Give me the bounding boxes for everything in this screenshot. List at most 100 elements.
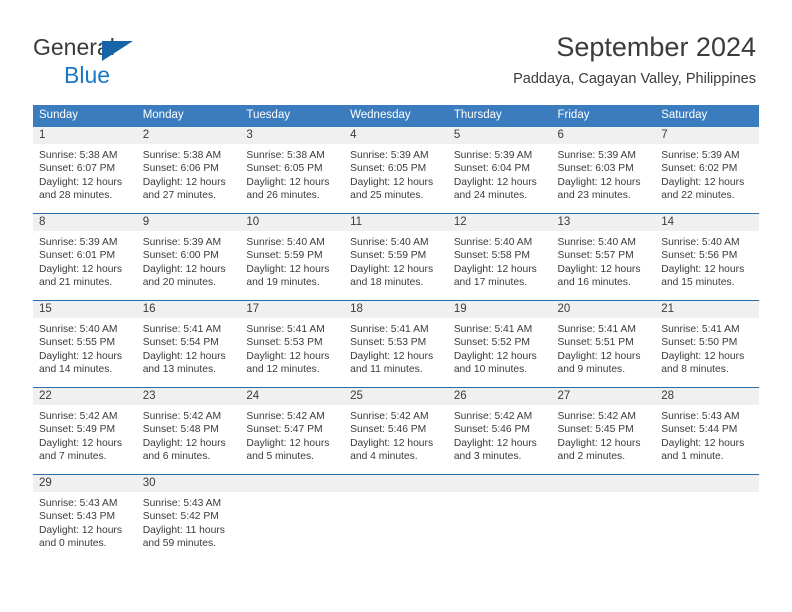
calendar-day-cell[interactable]: 14 Sunrise: 5:40 AM Sunset: 5:56 PM Dayligh… bbox=[655, 213, 759, 301]
sunrise-text: Sunrise: 5:40 AM bbox=[661, 237, 740, 248]
daylight-text-line2: and 28 minutes. bbox=[39, 190, 113, 202]
sunset-text: Sunset: 5:45 PM bbox=[557, 424, 634, 436]
day-number: 1 bbox=[33, 127, 137, 144]
calendar-day-cell[interactable]: 17 Sunrise: 5:41 AM Sunset: 5:53 PM Dayligh… bbox=[240, 300, 345, 388]
day-details: Sunrise: 5:39 AM Sunset: 6:03 PM Daylight:… bbox=[552, 144, 656, 203]
daylight-text-line2: and 4 minutes. bbox=[350, 451, 418, 463]
sunrise-text: Sunrise: 5:42 AM bbox=[246, 411, 325, 422]
daylight-text-line1: Daylight: 12 hours bbox=[661, 263, 745, 275]
day-details: Sunrise: 5:39 AM Sunset: 6:05 PM Daylight:… bbox=[344, 144, 448, 203]
calendar-day-cell[interactable]: 8 Sunrise: 5:39 AM Sunset: 6:01 PM Daylight… bbox=[33, 213, 137, 301]
calendar-day-cell[interactable]: 26 Sunrise: 5:42 AM Sunset: 5:46 PM Dayligh… bbox=[447, 387, 552, 475]
sunrise-text: Sunrise: 5:39 AM bbox=[350, 150, 429, 161]
daylight-text-line1: Daylight: 12 hours bbox=[661, 437, 745, 449]
day-details: Sunrise: 5:41 AM Sunset: 5:53 PM Daylight:… bbox=[240, 318, 344, 377]
calendar-day-cell[interactable]: 6 Sunrise: 5:39 AM Sunset: 6:03 PM Daylight… bbox=[551, 127, 656, 214]
day-number: 26 bbox=[447, 388, 552, 405]
day-details: Sunrise: 5:42 AM Sunset: 5:49 PM Daylight:… bbox=[33, 405, 137, 464]
day-details: Sunrise: 5:40 AM Sunset: 5:59 PM Daylight:… bbox=[344, 231, 448, 290]
calendar-week-row: 8 Sunrise: 5:39 AM Sunset: 6:01 PM Daylight… bbox=[33, 213, 759, 301]
calendar-day-cell[interactable]: 29 Sunrise: 5:43 AM Sunset: 5:43 PM Dayligh… bbox=[33, 474, 137, 561]
weekday-header-wednesday: Wednesday bbox=[344, 105, 448, 127]
sunset-text: Sunset: 6:00 PM bbox=[142, 250, 219, 262]
calendar-day-cell[interactable]: 2 Sunrise: 5:38 AM Sunset: 6:06 PM Daylight… bbox=[136, 127, 241, 214]
daylight-text-line2: and 11 minutes. bbox=[350, 364, 423, 376]
sunrise-text: Sunrise: 5:41 AM bbox=[661, 324, 740, 335]
calendar-day-cell[interactable]: 27 Sunrise: 5:42 AM Sunset: 5:45 PM Dayligh… bbox=[551, 387, 656, 475]
daylight-text-line1: Daylight: 12 hours bbox=[39, 350, 122, 362]
sunrise-text: Sunrise: 5:39 AM bbox=[39, 237, 118, 248]
calendar-week-row: 22 Sunrise: 5:42 AM Sunset: 5:49 PM Dayligh… bbox=[33, 387, 759, 475]
calendar-day-cell[interactable]: 11 Sunrise: 5:40 AM Sunset: 5:59 PM Dayligh… bbox=[344, 213, 448, 301]
daylight-text-line2: and 0 minutes. bbox=[39, 538, 107, 550]
daylight-text-line2: and 23 minutes. bbox=[557, 190, 631, 202]
daylight-text-line1: Daylight: 12 hours bbox=[557, 350, 641, 362]
daylight-text-line2: and 26 minutes. bbox=[246, 190, 320, 202]
day-number: 15 bbox=[33, 301, 137, 318]
brand-logo[interactable]: General Blue bbox=[33, 36, 243, 88]
daylight-text-line2: and 21 minutes. bbox=[39, 277, 113, 289]
sunrise-text: Sunrise: 5:40 AM bbox=[557, 237, 636, 248]
sunset-text: Sunset: 5:57 PM bbox=[557, 250, 634, 262]
brand-name-primary: General bbox=[33, 36, 243, 62]
calendar-day-cell[interactable]: 9 Sunrise: 5:39 AM Sunset: 6:00 PM Daylight… bbox=[136, 213, 241, 301]
calendar-day-cell[interactable]: 10 Sunrise: 5:40 AM Sunset: 5:59 PM Dayligh… bbox=[240, 213, 345, 301]
daylight-text-line2: and 24 minutes. bbox=[453, 190, 528, 202]
day-details: Sunrise: 5:42 AM Sunset: 5:46 PM Daylight:… bbox=[344, 405, 448, 464]
daylight-text-line2: and 59 minutes. bbox=[142, 538, 216, 550]
calendar-day-cell[interactable]: 21 Sunrise: 5:41 AM Sunset: 5:50 PM Dayligh… bbox=[655, 300, 759, 388]
sunset-text: Sunset: 5:49 PM bbox=[39, 424, 116, 436]
sunrise-text: Sunrise: 5:40 AM bbox=[453, 237, 533, 248]
sunrise-text: Sunrise: 5:40 AM bbox=[350, 237, 429, 248]
daylight-text-line2: and 7 minutes. bbox=[39, 451, 107, 463]
calendar-day-cell[interactable]: 20 Sunrise: 5:41 AM Sunset: 5:51 PM Dayligh… bbox=[551, 300, 656, 388]
daylight-text-line1: Daylight: 11 hours bbox=[142, 524, 225, 536]
calendar-day-cell[interactable]: 3 Sunrise: 5:38 AM Sunset: 6:05 PM Daylight… bbox=[240, 127, 345, 214]
calendar-day-cell[interactable]: 22 Sunrise: 5:42 AM Sunset: 5:49 PM Dayligh… bbox=[33, 387, 137, 475]
day-number: 12 bbox=[447, 214, 552, 231]
calendar-week-row: 15 Sunrise: 5:40 AM Sunset: 5:55 PM Dayligh… bbox=[33, 300, 759, 388]
calendar-day-cell[interactable]: 7 Sunrise: 5:39 AM Sunset: 6:02 PM Daylight… bbox=[655, 127, 759, 214]
day-number bbox=[344, 475, 448, 492]
calendar-day-cell[interactable]: 1 Sunrise: 5:38 AM Sunset: 6:07 PM Daylight… bbox=[33, 127, 137, 214]
day-details: Sunrise: 5:38 AM Sunset: 6:07 PM Daylight:… bbox=[33, 144, 137, 203]
day-details: Sunrise: 5:42 AM Sunset: 5:46 PM Daylight:… bbox=[448, 405, 552, 464]
day-details: Sunrise: 5:42 AM Sunset: 5:47 PM Daylight:… bbox=[240, 405, 344, 464]
triangle-icon bbox=[102, 41, 133, 61]
sunset-text: Sunset: 5:46 PM bbox=[453, 424, 530, 436]
day-number: 30 bbox=[136, 475, 241, 492]
sunrise-text: Sunrise: 5:40 AM bbox=[246, 237, 325, 248]
day-details: Sunrise: 5:41 AM Sunset: 5:51 PM Daylight:… bbox=[552, 318, 656, 377]
calendar-day-cell[interactable]: 12 Sunrise: 5:40 AM Sunset: 5:58 PM Dayligh… bbox=[447, 213, 552, 301]
day-number: 3 bbox=[240, 127, 345, 144]
calendar-day-cell[interactable]: 19 Sunrise: 5:41 AM Sunset: 5:52 PM Dayligh… bbox=[447, 300, 552, 388]
day-number: 7 bbox=[655, 127, 759, 144]
weekday-header-sunday: Sunday bbox=[33, 105, 137, 127]
calendar-day-cell[interactable]: 25 Sunrise: 5:42 AM Sunset: 5:46 PM Dayligh… bbox=[344, 387, 448, 475]
calendar-day-cell[interactable]: 4 Sunrise: 5:39 AM Sunset: 6:05 PM Daylight… bbox=[344, 127, 448, 214]
daylight-text-line1: Daylight: 12 hours bbox=[453, 350, 537, 362]
weekday-header-thursday: Thursday bbox=[447, 105, 552, 127]
calendar-day-cell[interactable]: 23 Sunrise: 5:42 AM Sunset: 5:48 PM Dayligh… bbox=[136, 387, 241, 475]
daylight-text-line2: and 25 minutes. bbox=[350, 190, 424, 202]
calendar-day-cell[interactable]: 18 Sunrise: 5:41 AM Sunset: 5:53 PM Dayligh… bbox=[344, 300, 448, 388]
sunset-text: Sunset: 5:42 PM bbox=[142, 511, 219, 523]
day-number: 21 bbox=[655, 301, 759, 318]
calendar-day-cell[interactable]: 16 Sunrise: 5:41 AM Sunset: 5:54 PM Dayligh… bbox=[136, 300, 241, 388]
day-number: 9 bbox=[136, 214, 241, 231]
sunset-text: Sunset: 5:46 PM bbox=[350, 424, 427, 436]
day-details: Sunrise: 5:43 AM Sunset: 5:44 PM Daylight:… bbox=[655, 405, 759, 464]
daylight-text-line2: and 20 minutes. bbox=[142, 277, 216, 289]
calendar-day-cell[interactable]: 24 Sunrise: 5:42 AM Sunset: 5:47 PM Dayligh… bbox=[240, 387, 345, 475]
sunset-text: Sunset: 6:03 PM bbox=[557, 163, 634, 175]
calendar-day-cell[interactable]: 5 Sunrise: 5:39 AM Sunset: 6:04 PM Daylight… bbox=[447, 127, 552, 214]
calendar-day-cell[interactable]: 30 Sunrise: 5:43 AM Sunset: 5:42 PM Dayligh… bbox=[136, 474, 241, 561]
daylight-text-line1: Daylight: 12 hours bbox=[557, 176, 641, 188]
day-details: Sunrise: 5:39 AM Sunset: 6:04 PM Daylight:… bbox=[448, 144, 552, 203]
calendar-day-cell[interactable]: 15 Sunrise: 5:40 AM Sunset: 5:55 PM Dayligh… bbox=[33, 300, 137, 388]
daylight-text-line2: and 3 minutes. bbox=[453, 451, 522, 463]
calendar-day-cell[interactable]: 28 Sunrise: 5:43 AM Sunset: 5:44 PM Dayligh… bbox=[655, 387, 759, 475]
day-details: Sunrise: 5:41 AM Sunset: 5:54 PM Daylight:… bbox=[137, 318, 241, 377]
calendar-day-cell[interactable]: 13 Sunrise: 5:40 AM Sunset: 5:57 PM Dayligh… bbox=[551, 213, 656, 301]
sunset-text: Sunset: 5:48 PM bbox=[142, 424, 219, 436]
